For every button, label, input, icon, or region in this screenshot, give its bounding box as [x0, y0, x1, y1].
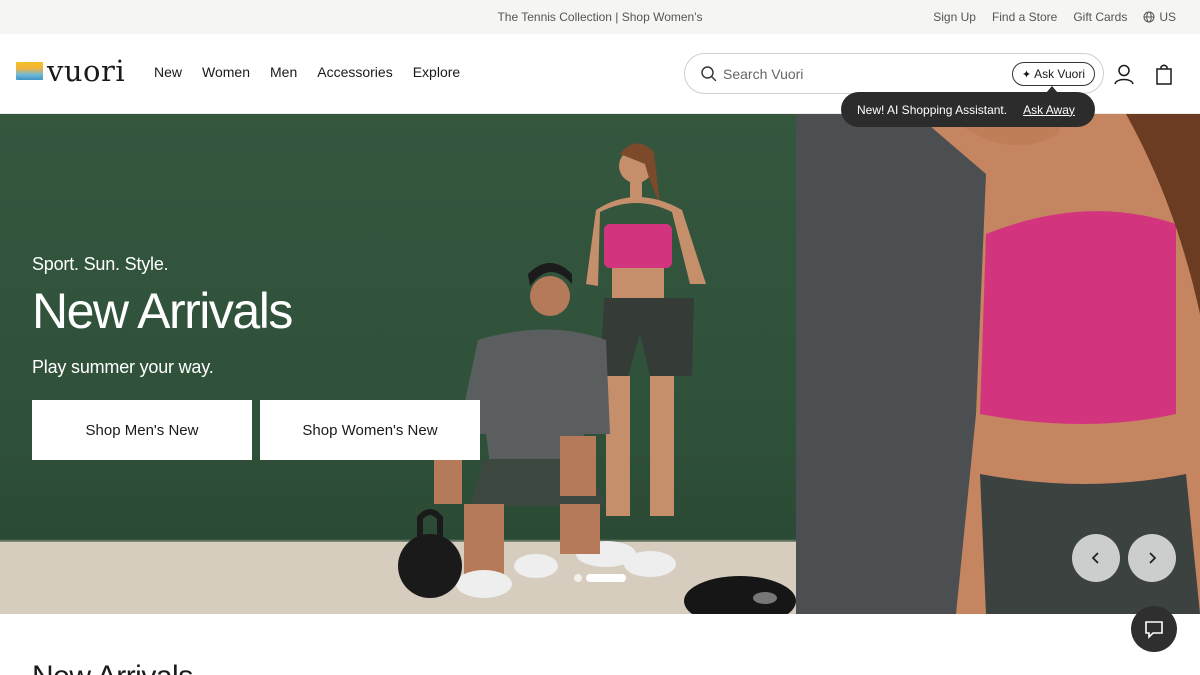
globe-icon: [1143, 11, 1155, 23]
ask-vuori-label: Ask Vuori: [1034, 67, 1085, 81]
bag-icon[interactable]: [1153, 63, 1175, 85]
hero-subtitle: Play summer your way.: [32, 357, 214, 377]
hero-carousel: Sport. Sun. Style. New Arrivals Play sum…: [0, 114, 1200, 614]
gift-cards-link[interactable]: Gift Cards: [1073, 10, 1127, 24]
nav-item-accessories[interactable]: Accessories: [317, 64, 392, 80]
carousel-prev-button[interactable]: [1072, 534, 1120, 582]
logo-mark: [16, 62, 43, 80]
search-bar: ✦ Ask Vuori: [684, 53, 1104, 94]
locale-selector[interactable]: US: [1143, 10, 1176, 24]
main-nav: New Women Men Accessories Explore: [154, 34, 460, 110]
shop-mens-new-button[interactable]: Shop Men's New: [32, 400, 252, 460]
hero-eyebrow: Sport. Sun. Style.: [32, 254, 169, 274]
logo[interactable]: vuori: [16, 56, 125, 86]
nav-item-men[interactable]: Men: [270, 64, 297, 80]
chat-button[interactable]: [1131, 606, 1177, 652]
section-heading: New Arrivals: [32, 660, 193, 675]
ask-vuori-button[interactable]: ✦ Ask Vuori: [1011, 62, 1095, 86]
shop-womens-new-button[interactable]: Shop Women's New: [260, 400, 480, 460]
chevron-left-icon: [1091, 552, 1099, 564]
promo-link[interactable]: The Tennis Collection | Shop Women's: [497, 10, 702, 24]
find-store-link[interactable]: Find a Store: [992, 10, 1057, 24]
ai-assistant-tooltip: New! AI Shopping Assistant. Ask Away: [841, 86, 1095, 127]
carousel-dot[interactable]: [574, 574, 582, 582]
carousel-dot-active[interactable]: [586, 574, 626, 582]
sign-up-link[interactable]: Sign Up: [933, 10, 976, 24]
tooltip-text: New! AI Shopping Assistant.: [857, 102, 1008, 117]
logo-wordmark: vuori: [47, 54, 126, 88]
nav-item-explore[interactable]: Explore: [413, 64, 460, 80]
hero-copy: Sport. Sun. Style. New Arrivals Play sum…: [32, 254, 293, 378]
nav-item-new[interactable]: New: [154, 64, 182, 80]
hero-title: New Arrivals: [32, 283, 293, 339]
locale-label: US: [1159, 10, 1176, 24]
chevron-right-icon: [1149, 552, 1157, 564]
announcement-bar: The Tennis Collection | Shop Women's Sig…: [0, 0, 1200, 34]
utility-links: Sign Up Find a Store Gift Cards US: [933, 0, 1176, 34]
carousel-dots: [574, 574, 626, 582]
search-icon: [701, 66, 717, 82]
search-input[interactable]: [723, 62, 993, 86]
ask-away-link[interactable]: Ask Away: [1023, 103, 1075, 117]
chat-icon: [1145, 621, 1163, 639]
account-icon[interactable]: [1113, 63, 1135, 85]
sparkle-icon: ✦: [1021, 68, 1032, 81]
nav-item-women[interactable]: Women: [202, 64, 250, 80]
carousel-next-button[interactable]: [1128, 534, 1176, 582]
